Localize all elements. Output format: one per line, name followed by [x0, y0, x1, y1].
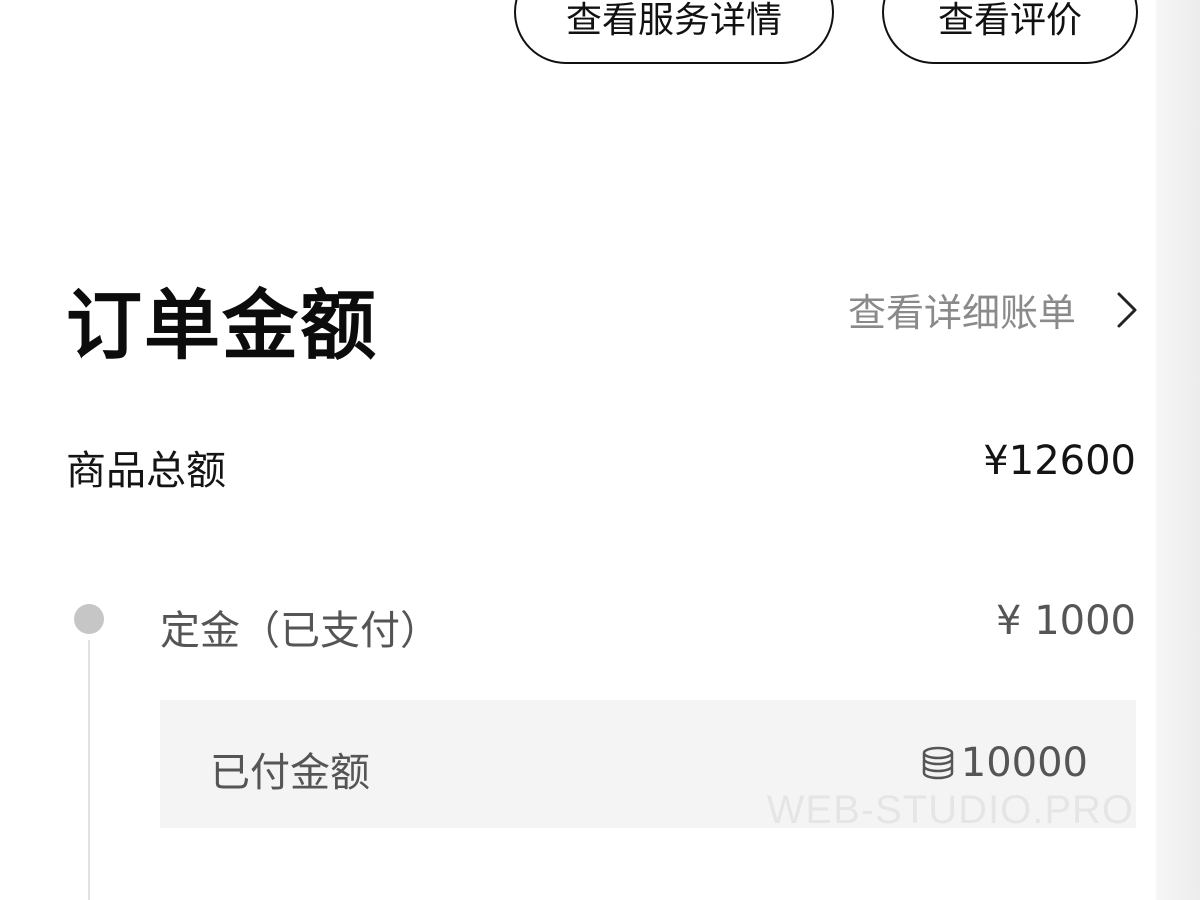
paid-amount-value: 10000	[960, 740, 1088, 786]
order-amount-title: 订单金额	[66, 281, 378, 370]
view-review-button[interactable]: 查看评价	[882, 0, 1138, 64]
order-detail-page: 查看服务详情 查看评价 订单金额 查看详细账单 商品总额 ¥12600 定金（已…	[0, 0, 1200, 900]
timeline-dot	[74, 604, 104, 634]
right-edge-panel	[1156, 0, 1200, 900]
goods-total-label: 商品总额	[66, 448, 226, 494]
chevron-right-icon	[1117, 292, 1137, 327]
view-detailed-bill-label: 查看详细账单	[847, 291, 1076, 335]
goods-total-value: ¥12600	[983, 438, 1136, 484]
deposit-value: ¥ 1000	[996, 598, 1136, 644]
view-service-details-button[interactable]: 查看服务详情	[514, 0, 834, 64]
paid-amount-value-group: 10000	[919, 740, 1088, 786]
timeline-line	[88, 640, 90, 900]
paid-amount-label: 已付金额	[210, 750, 370, 796]
view-service-details-label: 查看服务详情	[565, 0, 782, 41]
view-review-label: 查看评价	[937, 0, 1082, 41]
watermark: WEB-STUDIO.PRO	[766, 788, 1134, 832]
deposit-label: 定金（已支付）	[160, 608, 440, 654]
coin-stack-icon	[922, 746, 953, 780]
view-detailed-bill-link[interactable]: 查看详细账单	[848, 282, 1138, 337]
